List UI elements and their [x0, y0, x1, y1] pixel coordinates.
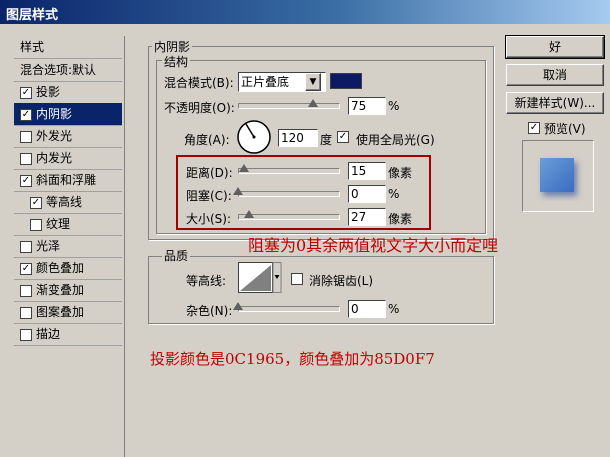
contour-label: 等高线:: [186, 274, 227, 288]
sidebar-item[interactable]: 内发光: [14, 147, 122, 170]
sidebar-item-checkbox[interactable]: [30, 218, 42, 231]
sidebar-item-checkbox[interactable]: ✓: [30, 196, 42, 209]
title-bar: 图层样式: [0, 0, 610, 24]
sidebar-item-label: 投影: [36, 85, 61, 99]
antialias-checkbox[interactable]: [291, 273, 303, 285]
sidebar-item[interactable]: 外发光: [14, 125, 122, 148]
sidebar-item[interactable]: 混合选项:默认: [14, 59, 122, 82]
opacity-slider-thumb[interactable]: [308, 99, 318, 107]
sidebar-item-checkbox[interactable]: [20, 306, 32, 319]
sidebar-item[interactable]: ✓ 颜色叠加: [14, 257, 122, 280]
ok-button[interactable]: 好: [505, 35, 605, 59]
sidebar-item-checkbox[interactable]: [20, 328, 32, 341]
blend-mode-select[interactable]: 正片叠底 ▼: [238, 72, 326, 92]
preview-label: 预览(V): [544, 122, 586, 136]
noise-label: 杂色(N):: [186, 304, 233, 318]
sidebar-item-checkbox[interactable]: ✓: [20, 262, 32, 275]
angle-dial[interactable]: [236, 119, 272, 155]
noise-slider-thumb[interactable]: [233, 302, 243, 310]
annotation-note-1: 阻塞为0其余两值视文字大小而定哩: [248, 236, 499, 255]
opacity-slider[interactable]: [238, 103, 340, 109]
opacity-label: 不透明度(O):: [164, 101, 235, 115]
sidebar-item-label: 内阴影: [36, 107, 73, 121]
window-title: 图层样式: [6, 8, 59, 23]
noise-unit: %: [388, 302, 400, 316]
sidebar-item[interactable]: 描边: [14, 323, 122, 346]
sidebar-item[interactable]: ✓ 内阴影: [14, 103, 122, 126]
sidebar-item-label: 外发光: [36, 129, 73, 143]
angle-unit: 度: [320, 133, 333, 147]
new-style-button[interactable]: 新建样式(W)...: [506, 92, 604, 114]
opacity-input[interactable]: 75: [348, 97, 386, 115]
sidebar-item-label: 斜面和浮雕: [36, 173, 97, 187]
blend-mode-label: 混合模式(B):: [164, 76, 234, 90]
structure-title: 结构: [162, 53, 191, 70]
sidebar-item-label: 光泽: [36, 239, 61, 253]
sidebar-item[interactable]: 图案叠加: [14, 301, 122, 324]
sidebar-item[interactable]: 纹理: [14, 213, 122, 236]
sidebar-item-checkbox[interactable]: ✓: [20, 86, 32, 99]
cancel-button[interactable]: 取消: [506, 64, 604, 86]
sidebar-item-checkbox[interactable]: [20, 240, 32, 253]
sidebar-item-label: 混合选项:默认: [20, 63, 97, 77]
sidebar-item[interactable]: ✓ 投影: [14, 81, 122, 104]
sidebar-item-label: 纹理: [46, 217, 71, 231]
sidebar-item-label: 内发光: [36, 151, 73, 165]
sidebar-item-checkbox[interactable]: [20, 130, 32, 143]
sidebar-item-label: 等高线: [46, 195, 83, 209]
preview-checkbox[interactable]: ✓: [528, 122, 540, 134]
sidebar-item-checkbox[interactable]: ✓: [20, 108, 32, 121]
highlight-box: [176, 155, 431, 230]
noise-slider[interactable]: [238, 306, 340, 312]
preview-swatch: [540, 158, 574, 192]
sidebar-item-checkbox[interactable]: ✓: [20, 174, 32, 187]
sidebar-item[interactable]: 光泽: [14, 235, 122, 258]
preview-box: [522, 140, 594, 212]
sidebar-item[interactable]: 渐变叠加: [14, 279, 122, 302]
sidebar-item-checkbox[interactable]: [20, 152, 32, 165]
antialias-label: 消除锯齿(L): [309, 274, 374, 288]
style-list-header: 样式: [14, 36, 122, 59]
style-list: 样式 混合选项:默认 ✓ 投影 ✓ 内阴影外发光内发光 ✓ 斜面和浮雕 ✓ 等高线纹理光泽 ✓ 颜色…: [14, 36, 125, 457]
sidebar-item-label: 颜色叠加: [36, 261, 85, 275]
sidebar-item[interactable]: ✓ 斜面和浮雕: [14, 169, 122, 192]
angle-label: 角度(A):: [184, 133, 230, 147]
global-light-checkbox[interactable]: ✓: [337, 131, 349, 143]
noise-input[interactable]: 0: [348, 300, 386, 318]
chevron-down-icon[interactable]: ▼: [305, 73, 321, 91]
sidebar-item-label: 图案叠加: [36, 305, 85, 319]
sidebar-item-checkbox[interactable]: [20, 284, 32, 297]
quality-title: 品质: [162, 247, 191, 264]
annotation-note-2: 投影颜色是0C1965，颜色叠加为85D0F7: [150, 350, 435, 368]
blend-color-swatch[interactable]: [330, 73, 362, 89]
sidebar-item[interactable]: ✓ 等高线: [14, 191, 122, 214]
opacity-unit: %: [388, 99, 400, 113]
sidebar-item-label: 渐变叠加: [36, 283, 85, 297]
global-light-label: 使用全局光(G): [356, 133, 435, 147]
sidebar-item-label: 描边: [36, 327, 61, 341]
angle-input[interactable]: 120: [278, 129, 318, 147]
contour-picker[interactable]: [238, 262, 282, 294]
